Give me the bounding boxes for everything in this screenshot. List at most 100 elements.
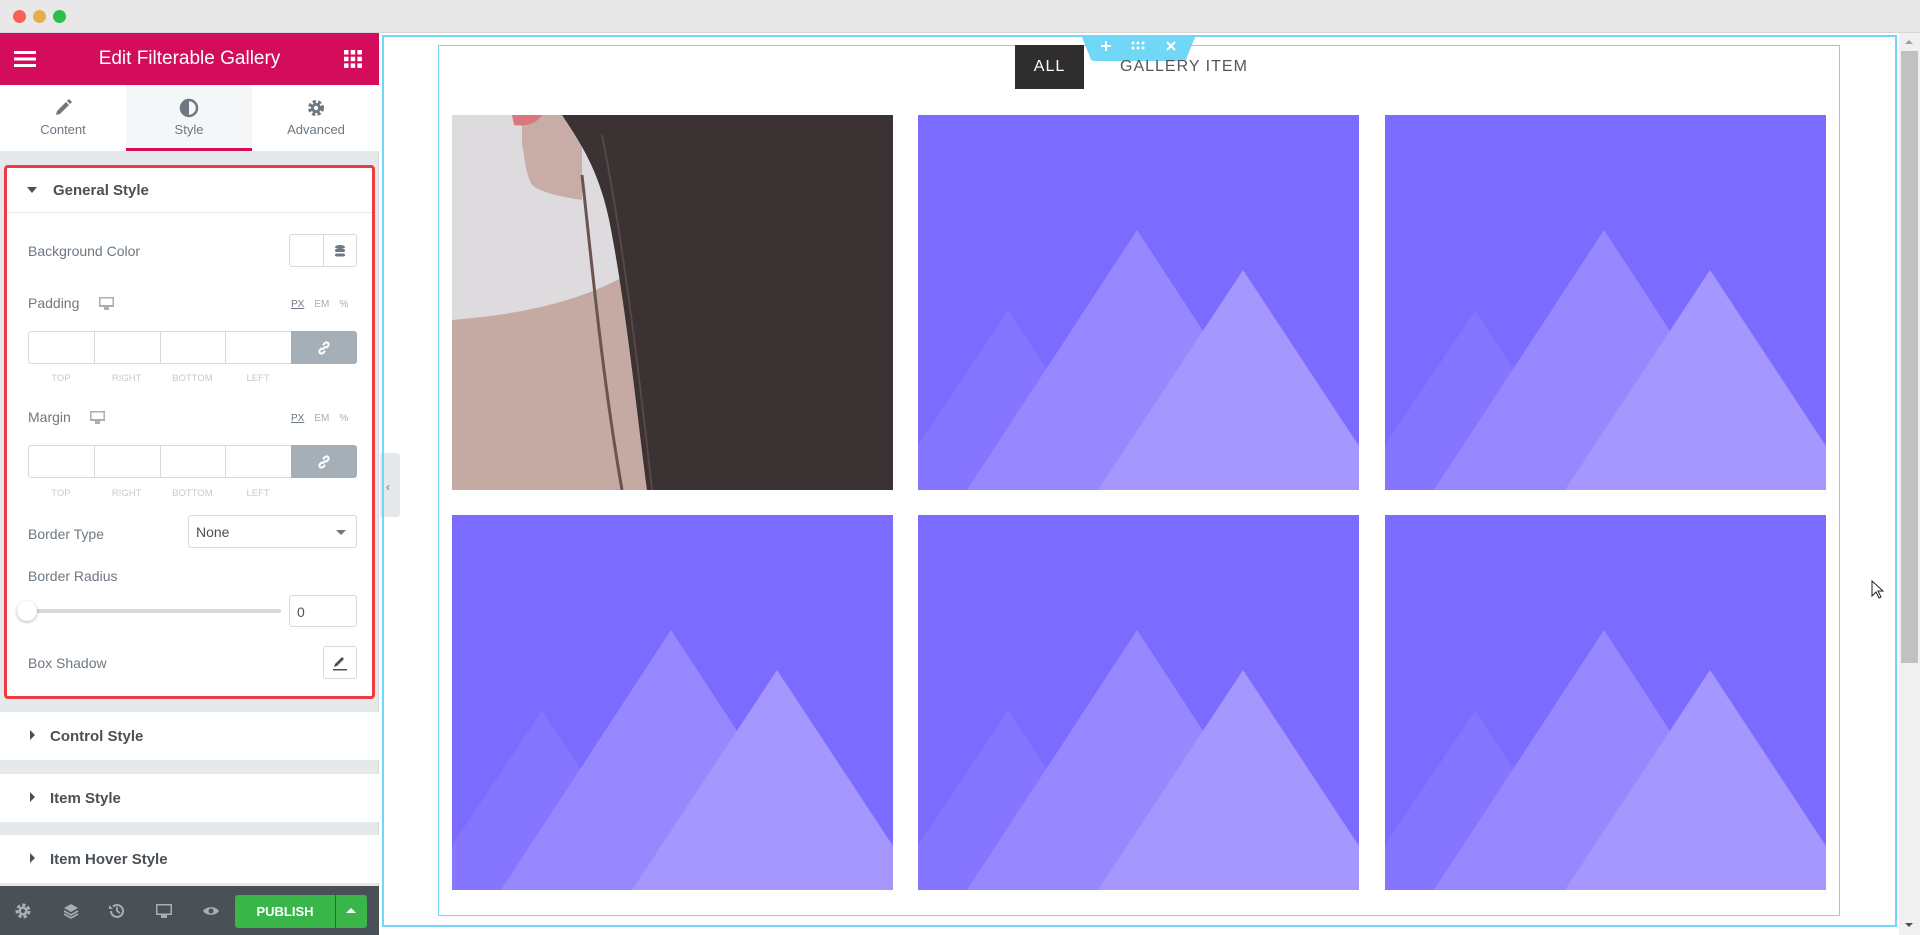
padding-bottom-input[interactable]	[159, 331, 226, 364]
link-icon	[318, 340, 330, 355]
background-color-label: Background Color	[28, 243, 141, 259]
margin-units: PX EM%	[281, 413, 348, 424]
margin-field-labels: TOP RIGHT BOTTOM LEFT	[28, 488, 291, 499]
preview-canvas: ‹ ALL GALLERY ITEM	[380, 33, 1899, 935]
field-label: LEFT	[246, 373, 270, 384]
margin-top-input[interactable]	[28, 445, 94, 478]
section-title: General Style	[53, 182, 149, 199]
margin-inputs	[28, 445, 357, 478]
publish-button[interactable]: PUBLISH	[235, 895, 335, 928]
maximize-window-button[interactable]	[53, 10, 66, 23]
eye-icon[interactable]	[202, 902, 220, 920]
link-values-button[interactable]	[291, 331, 357, 364]
gallery-item-placeholder[interactable]	[918, 115, 1359, 490]
history-icon[interactable]	[108, 902, 126, 920]
section-item-style[interactable]: Item Style	[0, 774, 379, 822]
caret-down-icon	[336, 530, 346, 535]
image-placeholder	[918, 515, 1359, 890]
gallery-item-photo[interactable]	[452, 115, 893, 490]
padding-top-input[interactable]	[28, 331, 94, 364]
global-colors-icon[interactable]	[333, 244, 347, 258]
padding-units: PX EM%	[281, 299, 348, 310]
window-titlebar	[0, 0, 1920, 33]
selected-value: None	[196, 524, 230, 540]
margin-label: Margin	[28, 409, 71, 425]
caret-right-icon	[30, 792, 35, 802]
field-label: RIGHT	[111, 488, 142, 499]
padding-field-labels: TOP RIGHT BOTTOM LEFT	[28, 373, 291, 384]
image-placeholder	[918, 115, 1359, 490]
scroll-up-icon[interactable]	[1905, 40, 1913, 44]
desktop-icon[interactable]	[90, 411, 105, 424]
border-type-select[interactable]: None	[188, 515, 357, 548]
border-radius-input[interactable]: 0	[289, 595, 357, 627]
contrast-icon	[179, 98, 199, 118]
pencil-icon	[56, 99, 72, 115]
publish-options-button[interactable]	[336, 895, 367, 928]
gallery-item-placeholder[interactable]	[452, 515, 893, 890]
slider-handle[interactable]	[17, 601, 37, 621]
sidebar-header: Edit Filterable Gallery	[0, 33, 379, 85]
margin-bottom-input[interactable]	[159, 445, 226, 478]
unit-percent[interactable]: %	[339, 299, 348, 310]
scrollbar-thumb[interactable]	[1901, 51, 1918, 663]
unit-percent[interactable]: %	[339, 413, 348, 424]
panel-tabs: Content Style Advanced	[0, 85, 379, 151]
tab-style[interactable]: Style	[126, 85, 252, 151]
gallery-photo	[452, 115, 893, 490]
box-shadow-label: Box Shadow	[28, 655, 107, 671]
tab-label: Advanced	[287, 122, 345, 137]
section-title: Item Hover Style	[50, 851, 168, 868]
general-style-header[interactable]: General Style	[7, 168, 372, 213]
caret-right-icon	[30, 730, 35, 740]
gallery-item-placeholder[interactable]	[1385, 515, 1826, 890]
minimize-window-button[interactable]	[33, 10, 46, 23]
gallery-item-placeholder[interactable]	[918, 515, 1359, 890]
border-radius-slider[interactable]	[28, 609, 281, 613]
image-placeholder	[1385, 515, 1826, 890]
box-shadow-edit-button[interactable]	[323, 646, 357, 679]
field-label: BOTTOM	[172, 373, 213, 384]
general-style-section: General Style Background Color Padding P…	[4, 165, 375, 699]
margin-right-input[interactable]	[93, 445, 160, 478]
gear-icon[interactable]	[14, 902, 32, 920]
unit-em[interactable]: EM	[314, 299, 329, 310]
scroll-down-icon[interactable]	[1905, 923, 1913, 927]
unit-px[interactable]: PX	[291, 299, 304, 310]
padding-label: Padding	[28, 295, 80, 311]
gallery-item-placeholder[interactable]	[1385, 115, 1826, 490]
color-picker-swatch[interactable]	[290, 235, 324, 266]
mouse-cursor	[1871, 580, 1885, 599]
border-radius-label: Border Radius	[28, 568, 118, 584]
image-placeholder	[452, 515, 893, 890]
image-placeholder	[1385, 115, 1826, 490]
layers-icon[interactable]	[62, 902, 80, 920]
tab-content[interactable]: Content	[0, 85, 126, 151]
filter-gallery-item[interactable]: GALLERY ITEM	[1120, 57, 1248, 77]
section-control-style[interactable]: Control Style	[0, 712, 379, 760]
caret-down-icon	[27, 187, 37, 193]
close-window-button[interactable]	[13, 10, 26, 23]
section-item-hover-style[interactable]: Item Hover Style	[0, 835, 379, 883]
link-values-button[interactable]	[291, 445, 357, 478]
margin-left-input[interactable]	[225, 445, 291, 478]
field-label: RIGHT	[111, 373, 142, 384]
desktop-icon[interactable]	[99, 297, 114, 310]
unit-em[interactable]: EM	[314, 413, 329, 424]
caret-right-icon	[30, 853, 35, 863]
filter-all[interactable]: ALL	[1015, 45, 1084, 89]
desktop-icon[interactable]	[155, 902, 173, 920]
border-type-label: Border Type	[28, 526, 105, 542]
pencil-icon	[333, 657, 347, 671]
editor-sidebar: Edit Filterable Gallery Content Style Ad…	[0, 33, 379, 935]
padding-right-input[interactable]	[93, 331, 160, 364]
padding-left-input[interactable]	[225, 331, 291, 364]
tab-label: Style	[174, 122, 204, 137]
grid-icon[interactable]	[344, 50, 362, 68]
vertical-scrollbar[interactable]	[1899, 33, 1920, 935]
tab-advanced[interactable]: Advanced	[253, 85, 379, 151]
unit-px[interactable]: PX	[291, 413, 304, 424]
tab-label: Content	[40, 122, 86, 137]
field-label: TOP	[51, 373, 71, 384]
input-value: 0	[297, 604, 305, 620]
